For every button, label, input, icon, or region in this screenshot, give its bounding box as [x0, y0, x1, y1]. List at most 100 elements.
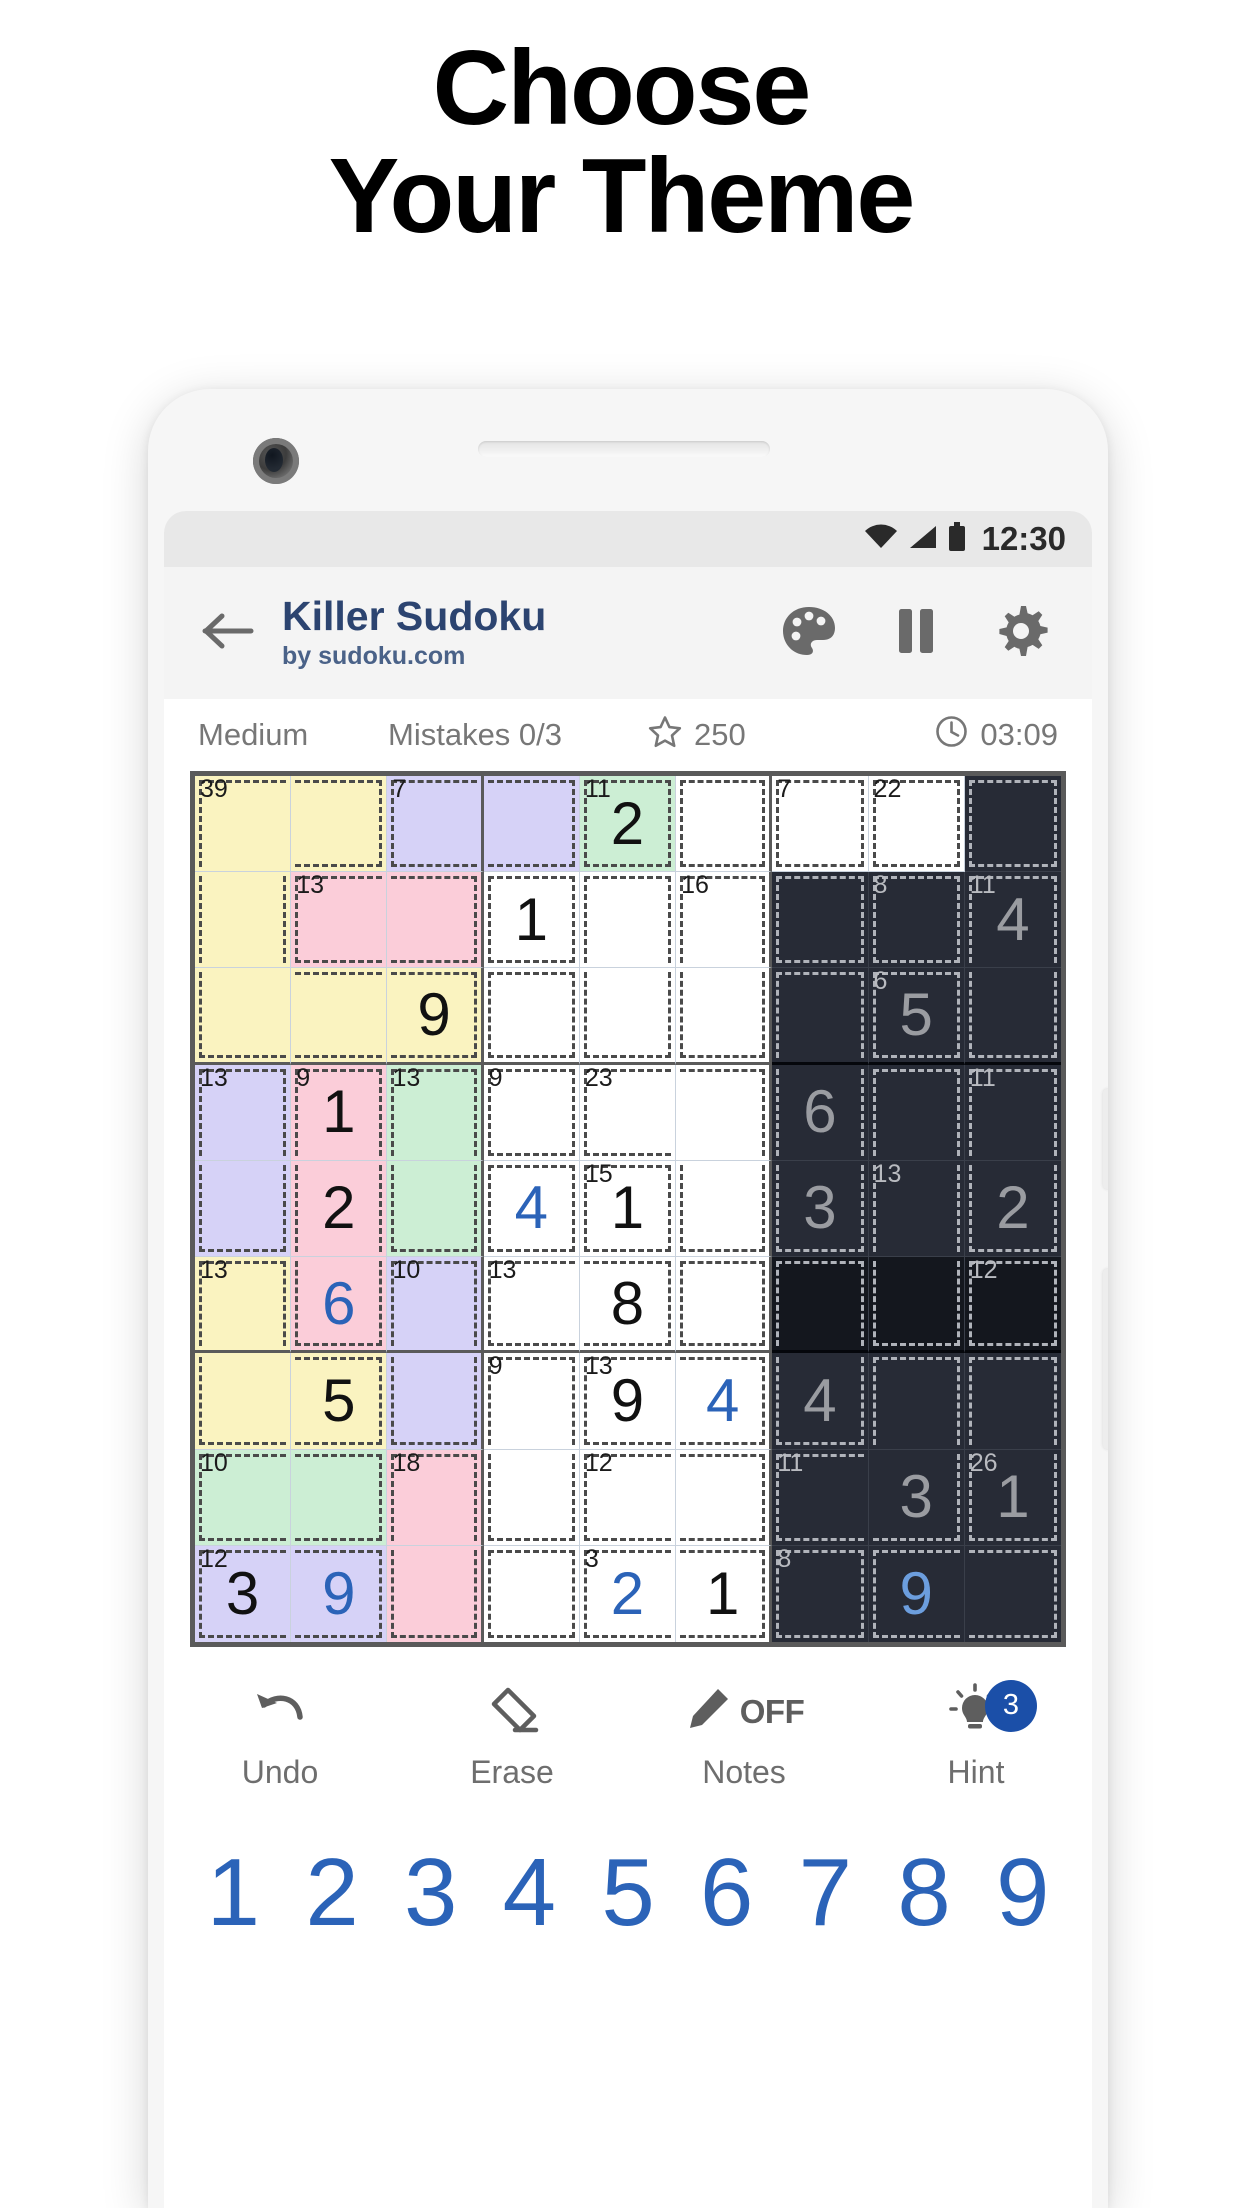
- board-cell[interactable]: 91: [291, 1064, 388, 1161]
- numpad-key-1[interactable]: 1: [184, 1845, 283, 1941]
- board-cell[interactable]: 8: [579, 1257, 677, 1354]
- board-cell[interactable]: [483, 1545, 580, 1642]
- board-cell[interactable]: 4: [772, 1353, 869, 1450]
- board-cell[interactable]: [387, 1545, 484, 1642]
- board-cell[interactable]: 18: [387, 1449, 484, 1546]
- board-cell[interactable]: [676, 776, 773, 873]
- board-cell[interactable]: [772, 968, 869, 1065]
- board-cell[interactable]: [483, 1449, 580, 1546]
- board-cell[interactable]: [676, 1064, 773, 1161]
- board-cell[interactable]: [772, 1257, 869, 1354]
- board-cell[interactable]: 3: [772, 1160, 869, 1258]
- board-cell[interactable]: 4: [483, 1160, 580, 1258]
- board-cell[interactable]: [676, 1160, 773, 1258]
- board-cell[interactable]: 9: [868, 1545, 965, 1642]
- board-cell[interactable]: [483, 968, 580, 1065]
- board-cell[interactable]: [195, 968, 292, 1065]
- board-cell[interactable]: [964, 776, 1061, 873]
- board-cell[interactable]: [676, 1257, 773, 1354]
- board-cell[interactable]: [195, 1160, 292, 1258]
- numpad-key-5[interactable]: 5: [579, 1845, 678, 1941]
- board-cell[interactable]: 10: [195, 1449, 292, 1546]
- board-cell[interactable]: 15 1: [579, 1160, 677, 1258]
- board-cell[interactable]: [387, 1160, 484, 1258]
- board-cell[interactable]: 16: [676, 872, 773, 969]
- board-cell[interactable]: 11 2: [579, 776, 677, 873]
- board-cell[interactable]: [195, 872, 292, 969]
- board-cell[interactable]: 3: [868, 1449, 965, 1546]
- undo-button[interactable]: Undo: [164, 1684, 396, 1791]
- board-cell[interactable]: 12: [964, 1257, 1061, 1354]
- hint-button[interactable]: 3 Hint: [860, 1679, 1092, 1791]
- board-cell[interactable]: [387, 872, 484, 969]
- board-cell[interactable]: 2: [964, 1160, 1061, 1258]
- board-cell[interactable]: 9: [291, 1545, 388, 1642]
- board-cell[interactable]: 12: [579, 1449, 677, 1546]
- numpad-key-3[interactable]: 3: [381, 1845, 480, 1941]
- board-cell[interactable]: 9: [483, 1353, 580, 1450]
- board-cell[interactable]: 6: [772, 1064, 869, 1161]
- board-cell[interactable]: [291, 1449, 388, 1546]
- board-cell[interactable]: [868, 1064, 965, 1161]
- number-pad[interactable]: 123456789: [164, 1817, 1092, 1941]
- board-cell[interactable]: [195, 1353, 292, 1450]
- numpad-key-8[interactable]: 8: [875, 1845, 974, 1941]
- board-cell[interactable]: 7: [772, 776, 869, 873]
- board-cell[interactable]: 9: [483, 1064, 580, 1161]
- board-cell[interactable]: 26 1: [964, 1449, 1061, 1546]
- numpad-key-2[interactable]: 2: [283, 1845, 382, 1941]
- board-cell[interactable]: 5: [291, 1353, 388, 1450]
- board-cell[interactable]: 8: [772, 1545, 869, 1642]
- erase-button[interactable]: Erase: [396, 1684, 628, 1791]
- board-cell[interactable]: [868, 1353, 965, 1450]
- board-cell[interactable]: 13: [387, 1064, 484, 1161]
- board-cell[interactable]: 13: [483, 1257, 580, 1354]
- board-cell[interactable]: 2: [291, 1160, 388, 1258]
- board-cell[interactable]: 4: [676, 1353, 773, 1450]
- board-cell[interactable]: [676, 968, 773, 1065]
- board-cell[interactable]: [483, 776, 580, 873]
- board-cell[interactable]: [964, 1545, 1061, 1642]
- sudoku-board[interactable]: 39 7 11 2 7 22 13 1 16 8 11 4 9 6 5 13 9 1 13 9 23 6 11 2 4 15 1 3 1…: [190, 771, 1066, 1647]
- notes-button[interactable]: OFF Notes: [628, 1684, 860, 1791]
- board-cell[interactable]: [579, 968, 677, 1065]
- board-cell[interactable]: [579, 872, 677, 969]
- board-cell[interactable]: 7: [387, 776, 484, 873]
- palette-icon[interactable]: [780, 604, 838, 663]
- board-cell[interactable]: [676, 1449, 773, 1546]
- board-cell[interactable]: 8: [868, 872, 965, 969]
- board-cell[interactable]: 11 4: [964, 872, 1061, 969]
- numpad-key-6[interactable]: 6: [677, 1845, 776, 1941]
- numpad-key-9[interactable]: 9: [973, 1845, 1072, 1941]
- board-cell[interactable]: 32: [579, 1545, 677, 1642]
- numpad-key-4[interactable]: 4: [480, 1845, 579, 1941]
- power-button[interactable]: [1103, 1269, 1108, 1449]
- board-cell[interactable]: [964, 968, 1061, 1065]
- board-cell[interactable]: [291, 968, 388, 1065]
- board-cell[interactable]: 23: [579, 1064, 677, 1161]
- board-cell[interactable]: 1: [483, 872, 580, 969]
- board-cell[interactable]: [291, 776, 388, 873]
- board-cell[interactable]: 10: [387, 1257, 484, 1354]
- board-cell[interactable]: 6: [291, 1257, 388, 1354]
- board-cell[interactable]: 13: [291, 872, 388, 969]
- board-cell[interactable]: [387, 1353, 484, 1450]
- board-cell[interactable]: [772, 872, 869, 969]
- board-cell[interactable]: 9: [387, 968, 484, 1065]
- board-cell[interactable]: 13: [195, 1257, 292, 1354]
- volume-button[interactable]: [1103, 1089, 1108, 1189]
- board-cell[interactable]: [964, 1353, 1061, 1450]
- back-button[interactable]: [196, 611, 260, 656]
- board-cell[interactable]: 1: [676, 1545, 773, 1642]
- board-cell[interactable]: 39: [195, 776, 292, 873]
- board-cell[interactable]: 13 9: [579, 1353, 677, 1450]
- pause-icon[interactable]: [896, 607, 936, 660]
- board-cell[interactable]: 11: [772, 1449, 869, 1546]
- board-cell[interactable]: 12 3: [195, 1545, 292, 1642]
- board-cell[interactable]: 22: [868, 776, 965, 873]
- board-cell[interactable]: [868, 1257, 965, 1354]
- board-cell[interactable]: 13: [868, 1160, 965, 1258]
- board-cell[interactable]: 11: [964, 1064, 1061, 1161]
- numpad-key-7[interactable]: 7: [776, 1845, 875, 1941]
- board-cell[interactable]: 65: [868, 968, 965, 1065]
